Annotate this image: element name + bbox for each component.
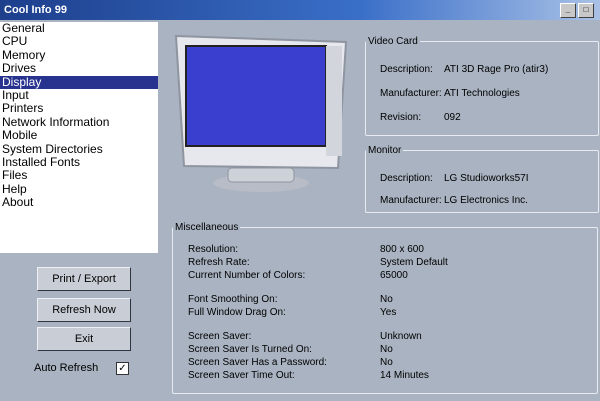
monitor-manufacturer-value: LG Electronics Inc. [444,195,528,206]
monitor-icon [174,34,348,192]
monitor-manufacturer-row: Manufacturer: LG Electronics Inc. [380,195,528,206]
title-bar[interactable]: Cool Info 99 _ □ [0,0,600,20]
nav-item-mobile[interactable]: Mobile [0,128,158,142]
misc-row: Screen Saver Is Turned On: No [188,344,393,355]
video-card-title: Video Card [368,36,418,47]
misc-value: 65000 [380,270,408,281]
app-window: Cool Info 99 _ □ General CPU Memory Driv… [0,0,600,401]
video-description-row: Description: ATI 3D Rage Pro (atir3) [380,64,548,75]
monitor-title: Monitor [368,145,402,156]
misc-label: Font Smoothing On: [188,294,278,305]
misc-label: Screen Saver Time Out: [188,370,295,381]
misc-value: Yes [380,307,397,318]
video-revision-row: Revision: 092 [380,112,461,123]
window-title: Cool Info 99 [4,4,67,16]
misc-label: Screen Saver: [188,331,252,342]
minimize-button[interactable]: _ [560,3,576,18]
misc-row: Resolution: 800 x 600 [188,244,424,255]
auto-refresh-label: Auto Refresh [34,362,99,374]
video-manufacturer-value: ATI Technologies [444,88,520,99]
nav-item-files[interactable]: Files [0,169,158,183]
misc-value: No [380,344,393,355]
misc-row: Refresh Rate: System Default [188,257,448,268]
monitor-description-value: LG Studioworks57I [444,173,529,184]
video-description-label: Description: [380,64,433,75]
misc-label: Refresh Rate: [188,257,250,268]
misc-row: Screen Saver Has a Password: No [188,357,393,368]
misc-value: Unknown [380,331,422,342]
nav-item-display[interactable]: Display [0,75,158,90]
misc-value: System Default [380,257,448,268]
misc-label: Full Window Drag On: [188,307,286,318]
video-manufacturer-label: Manufacturer: [380,88,442,99]
nav-item-drives[interactable]: Drives [0,61,158,75]
video-revision-value: 092 [444,112,461,123]
nav-item-network-information[interactable]: Network Information [0,115,158,129]
video-description-value: ATI 3D Rage Pro (atir3) [444,64,549,75]
misc-label: Current Number of Colors: [188,270,306,281]
misc-row: Full Window Drag On: Yes [188,307,396,318]
nav-item-installed-fonts[interactable]: Installed Fonts [0,155,158,169]
nav-item-input[interactable]: Input [0,88,158,102]
maximize-button[interactable]: □ [578,3,594,18]
misc-row: Screen Saver Time Out: 14 Minutes [188,370,429,381]
misc-row: Current Number of Colors: 65000 [188,270,408,281]
misc-row: Font Smoothing On: No [188,294,393,305]
nav-item-system-directories[interactable]: System Directories [0,142,158,156]
nav-item-printers[interactable]: Printers [0,102,158,116]
nav-item-general[interactable]: General [0,21,158,35]
print-export-button[interactable]: Print / Export [37,267,131,291]
misc-label: Screen Saver Is Turned On: [188,344,312,355]
exit-button[interactable]: Exit [37,327,131,351]
misc-value: No [380,294,393,305]
misc-label: Resolution: [188,244,239,255]
misc-value: 800 x 600 [380,244,424,255]
category-list[interactable]: General CPU Memory Drives Display Input … [0,21,158,253]
title-controls: _ □ [560,3,594,18]
video-manufacturer-row: Manufacturer: ATI Technologies [380,88,520,99]
misc-row: Screen Saver: Unknown [188,331,422,342]
misc-label: Screen Saver Has a Password: [188,357,327,368]
video-revision-label: Revision: [380,112,422,123]
refresh-now-button[interactable]: Refresh Now [37,298,131,322]
nav-item-memory[interactable]: Memory [0,48,158,62]
nav-item-cpu[interactable]: CPU [0,34,158,48]
monitor-description-row: Description: LG Studioworks57I [380,173,529,184]
nav-item-about[interactable]: About [0,195,158,209]
misc-value: No [380,357,393,368]
monitor-manufacturer-label: Manufacturer: [380,195,442,206]
monitor-description-label: Description: [380,173,433,184]
auto-refresh-checkbox[interactable]: ✓ [116,362,129,375]
nav-item-help[interactable]: Help [0,182,158,196]
misc-value: 14 Minutes [380,370,429,381]
misc-title: Miscellaneous [175,222,239,233]
